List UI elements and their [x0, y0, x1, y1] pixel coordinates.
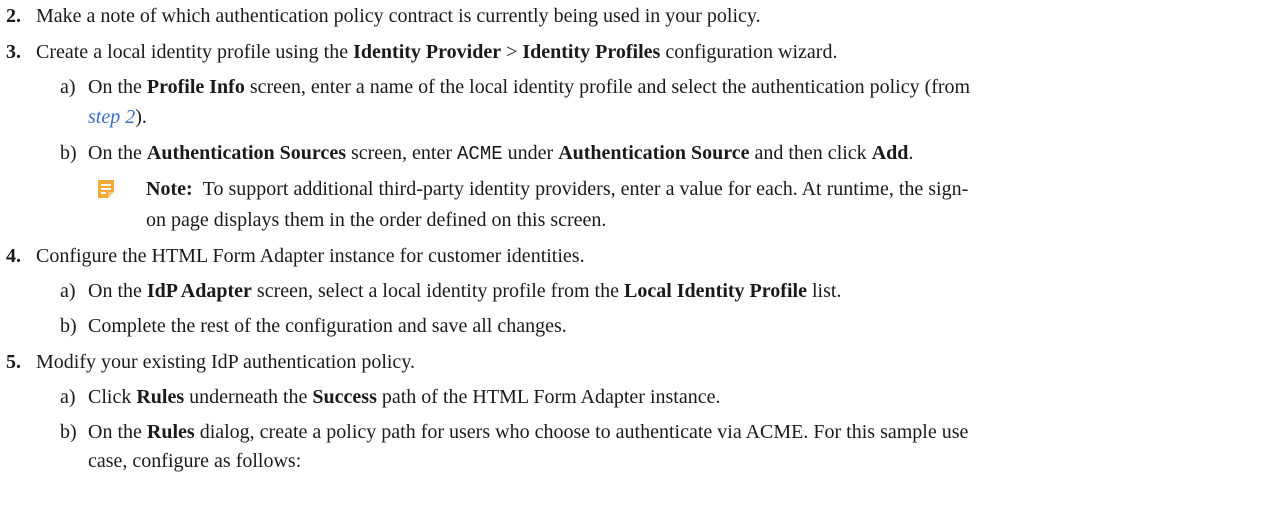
step-text: Create a local identity profile using th… [36, 41, 838, 63]
substep-label: b) [60, 421, 77, 443]
step-number: 3. [6, 41, 21, 63]
substep-text: On the Profile Info screen, enter a name… [88, 76, 971, 98]
step-text: Modify your existing IdP authentication … [36, 351, 416, 373]
substep-text: On the Authentication Sources screen, en… [88, 142, 914, 165]
step-number: 5. [6, 351, 21, 373]
substep-text: Click Rules underneath the Success path … [88, 386, 721, 408]
substep-label: b) [60, 315, 77, 337]
step-number: 4. [6, 245, 21, 267]
substep-label: a) [60, 280, 76, 302]
substep-label: a) [60, 386, 76, 408]
step-text: Make a note of which authentication poli… [36, 5, 761, 27]
note-icon [98, 180, 114, 198]
step-text: Configure the HTML Form Adapter instance… [36, 245, 585, 267]
note-text: Note: To support additional third-party … [146, 178, 969, 200]
step-2-link[interactable]: step 2 [88, 106, 135, 128]
substep-label: b) [60, 142, 77, 164]
substep-text: Complete the rest of the configuration a… [88, 315, 567, 337]
note-text-cont: on page displays them in the order defin… [146, 209, 607, 231]
step-number: 2. [6, 5, 21, 27]
substep-text: On the Rules dialog, create a policy pat… [88, 421, 969, 443]
substep-text-cont: step 2). [88, 106, 147, 128]
document-page: 2. Make a note of which authentication p… [0, 0, 1271, 529]
substep-text: On the IdP Adapter screen, select a loca… [88, 280, 842, 302]
code-acme: ACME [457, 143, 503, 165]
substep-text-cont: case, configure as follows: [88, 450, 302, 472]
substep-label: a) [60, 76, 76, 98]
